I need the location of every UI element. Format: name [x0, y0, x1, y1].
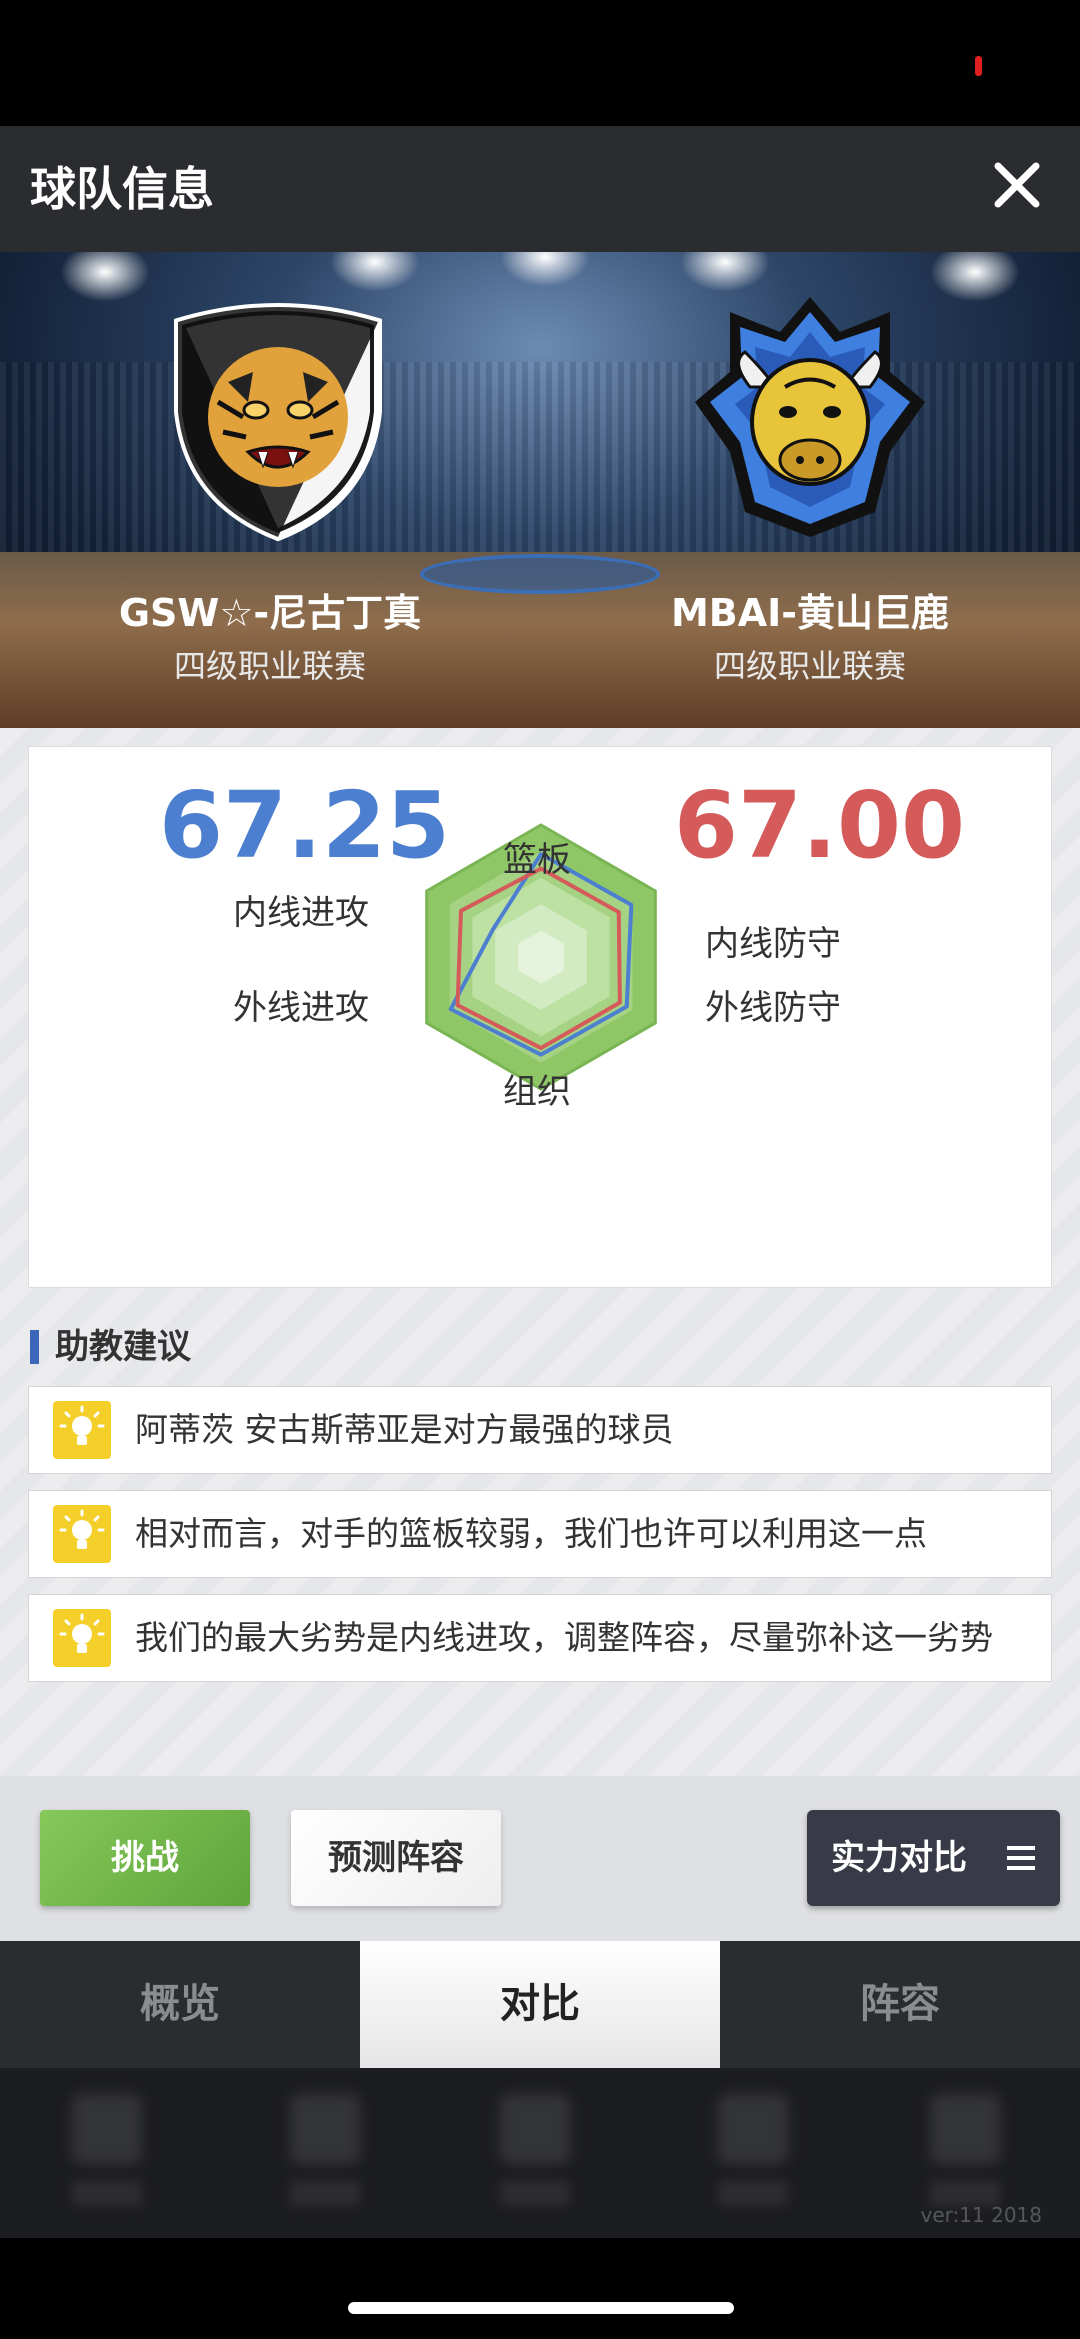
advice-text: 阿蒂茨 安古斯蒂亚是对方最强的球员	[135, 1410, 674, 1449]
advice-text: 相对而言，对手的篮板较弱，我们也许可以利用这一点	[135, 1514, 927, 1553]
nav-icon[interactable]	[72, 2094, 142, 2164]
tab-lineup[interactable]: 阵容	[720, 1941, 1080, 2068]
status-bar	[0, 0, 1080, 126]
arena-light	[60, 252, 150, 302]
nav-icon[interactable]	[930, 2094, 1000, 2164]
lightbulb-icon	[53, 1401, 111, 1459]
arena-light	[330, 252, 420, 292]
away-team-league: 四级职业联赛	[713, 647, 906, 685]
advice-item: 相对而言，对手的篮板较弱，我们也许可以利用这一点	[28, 1490, 1052, 1578]
axis-label-playmaking: 组织	[503, 1072, 571, 1112]
predict-lineup-button[interactable]: 预测阵容	[291, 1810, 501, 1906]
arena-light	[930, 252, 1020, 302]
arena-light	[680, 252, 770, 292]
axis-label-outside-offense: 外线进攻	[233, 988, 369, 1028]
advice-item: 我们的最大劣势是内线进攻，调整阵容，尽量弥补这一劣势	[28, 1594, 1052, 1682]
away-team-name: MBAI-黄山巨鹿	[670, 591, 950, 635]
lightbulb-icon	[53, 1505, 111, 1563]
nav-icon[interactable]	[290, 2094, 360, 2164]
strength-compare-label: 实力对比	[831, 1838, 967, 1878]
advice-item: 阿蒂茨 安古斯蒂亚是对方最强的球员	[28, 1386, 1052, 1474]
advice-text: 我们的最大劣势是内线进攻，调整阵容，尽量弥补这一劣势	[135, 1618, 993, 1657]
close-icon	[994, 162, 1040, 208]
nav-label	[290, 2180, 360, 2206]
menu-icon	[1007, 1846, 1035, 1870]
strength-compare-button[interactable]: 实力对比	[807, 1810, 1060, 1906]
tab-bar: 概览 对比 阵容	[0, 1941, 1080, 2068]
recording-indicator	[975, 56, 982, 76]
team-banner: GSW☆-尼古丁真 四级职业联赛 MBAI-黄山巨鹿 四级职业联赛	[0, 252, 1080, 728]
challenge-button[interactable]: 挑战	[40, 1810, 250, 1906]
home-indicator[interactable]	[348, 2302, 734, 2314]
axis-label-rebound: 篮板	[503, 840, 571, 880]
nav-label	[718, 2180, 788, 2206]
axis-label-outside-defense: 外线防守	[705, 988, 841, 1028]
lightbulb-icon	[53, 1609, 111, 1667]
nav-label	[72, 2180, 142, 2206]
axis-label-inside-defense: 内线防守	[705, 924, 841, 964]
nav-icon[interactable]	[500, 2094, 570, 2164]
tab-overview[interactable]: 概览	[0, 1941, 360, 2068]
header: 球队信息	[0, 126, 1080, 252]
tab-compare[interactable]: 对比	[360, 1941, 720, 2068]
axis-label-inside-offense: 内线进攻	[233, 893, 369, 933]
home-team-name: GSW☆-尼古丁真	[118, 591, 422, 635]
home-area	[0, 2238, 1080, 2339]
advice-title: 助教建议	[55, 1327, 191, 1367]
radar-chart	[425, 823, 657, 1091]
section-marker	[30, 1330, 39, 1364]
home-team-league: 四级职业联赛	[173, 647, 366, 685]
version-label: ver:11 2018	[920, 2203, 1042, 2227]
nav-label	[500, 2180, 570, 2206]
bottom-navigation	[0, 2068, 1080, 2238]
strength-compare-card: 67.25 67.00 篮板 内线防守 外线防守 组织 外线进攻 内线进攻	[28, 746, 1052, 1288]
nav-icon[interactable]	[718, 2094, 788, 2164]
arena-light	[500, 252, 590, 287]
bison-crest-logo	[695, 297, 925, 537]
tiger-crest-logo	[174, 303, 382, 542]
page-title: 球队信息	[30, 162, 214, 216]
close-button[interactable]	[984, 152, 1050, 218]
